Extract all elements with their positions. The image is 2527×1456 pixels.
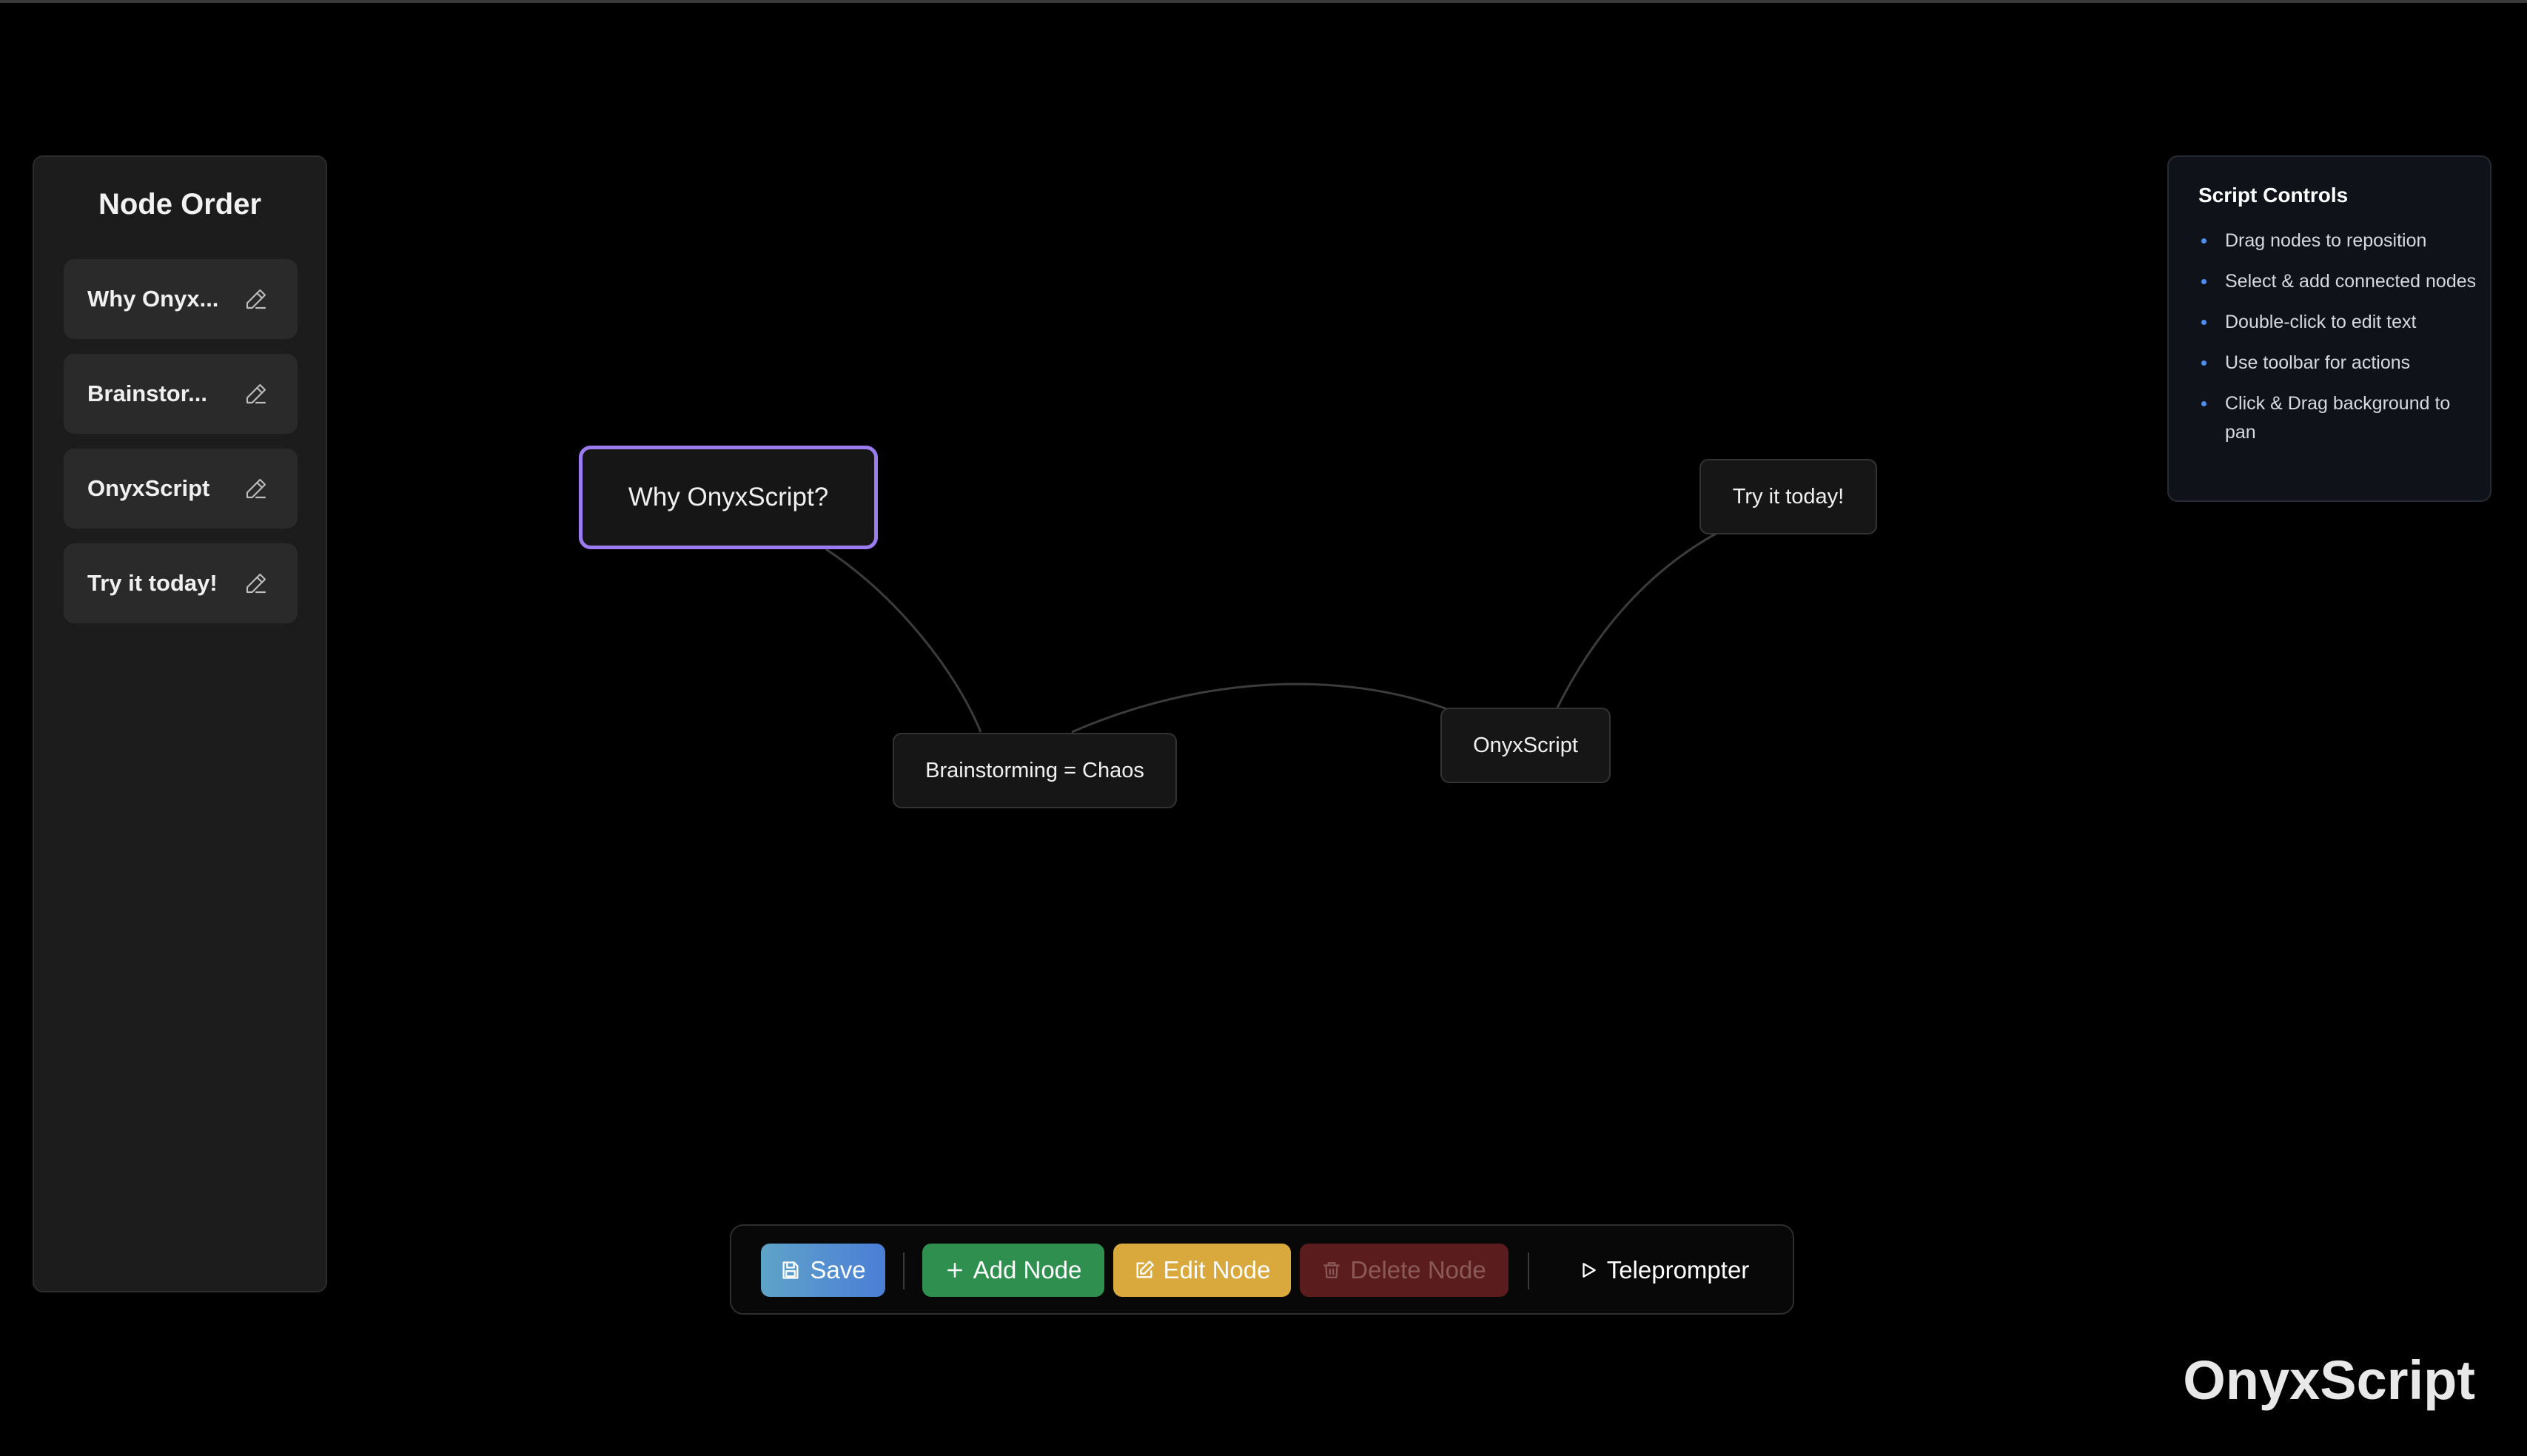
controls-item-text: Select & add connected nodes — [2225, 271, 2477, 292]
order-item-label: OnyxScript — [87, 475, 210, 501]
teleprompter-button[interactable]: Teleprompter — [1560, 1244, 1768, 1297]
controls-title: Script Controls — [2198, 184, 2349, 207]
app-root: Why OnyxScript? Brainstorming = Chaos On… — [0, 0, 2527, 1456]
pencil-icon[interactable] — [244, 287, 268, 311]
pencil-icon[interactable] — [244, 382, 268, 406]
bullet-icon — [2201, 401, 2206, 406]
node-onyxscript[interactable]: OnyxScript — [1440, 708, 1611, 783]
order-item-label: Try it today! — [87, 570, 218, 596]
plus-icon — [947, 1263, 962, 1278]
action-toolbar: Save Add Node Edit Node Delete Node Tele… — [730, 1224, 1794, 1315]
bullet-icon — [2201, 238, 2206, 244]
edit-node-button-label: Edit Node — [1163, 1256, 1271, 1284]
bullet-icon — [2201, 279, 2206, 284]
order-item-brainstorming[interactable]: Brainstor... — [64, 354, 298, 434]
order-item-label: Brainstor... — [87, 380, 207, 406]
delete-node-button[interactable]: Delete Node — [1300, 1244, 1509, 1297]
order-item-why-onyxscript[interactable]: Why Onyx... — [64, 259, 298, 339]
controls-item: Use toolbar for actions — [2198, 349, 2480, 378]
order-item-onyxscript[interactable]: OnyxScript — [64, 449, 298, 529]
trash-icon — [1323, 1262, 1340, 1278]
toolbar-divider — [1528, 1252, 1529, 1289]
bullet-icon — [2201, 320, 2206, 325]
controls-item: Drag nodes to reposition — [2198, 227, 2480, 255]
node-order-list: Why Onyx... Brainstor... OnyxScript Try … — [64, 259, 299, 638]
script-controls-panel: Script Controls Drag nodes to reposition… — [2167, 155, 2491, 502]
controls-item-text: Use toolbar for actions — [2225, 352, 2411, 373]
node-why-onyxscript[interactable]: Why OnyxScript? — [579, 446, 878, 549]
teleprompter-button-label: Teleprompter — [1606, 1256, 1750, 1284]
node-order-sidebar: Node Order Why Onyx... Brainstor... Onyx… — [33, 155, 327, 1292]
controls-list: Drag nodes to reposition Select & add co… — [2198, 227, 2480, 459]
controls-item-text: Double-click to edit text — [2225, 312, 2417, 332]
edit-node-button[interactable]: Edit Node — [1113, 1244, 1291, 1297]
edge-why-brainstorm — [825, 548, 982, 733]
controls-item: Select & add connected nodes — [2198, 267, 2480, 296]
toolbar-divider — [903, 1252, 905, 1289]
brand-logo-text: OnyxScript — [2183, 1349, 2475, 1411]
edge-brainstorm-onyx — [1071, 682, 1450, 734]
node-try-it-today[interactable]: Try it today! — [1699, 459, 1877, 534]
bullet-icon — [2201, 360, 2206, 366]
order-item-try-it-today[interactable]: Try it today! — [64, 543, 298, 623]
pencil-icon[interactable] — [244, 571, 268, 595]
floppy-disk-icon — [782, 1261, 799, 1279]
controls-item-text: Click & Drag background to pan — [2225, 393, 2451, 443]
controls-item: Double-click to edit text — [2198, 308, 2480, 337]
add-node-button[interactable]: Add Node — [922, 1244, 1104, 1297]
node-brainstorming[interactable]: Brainstorming = Chaos — [893, 733, 1177, 808]
controls-item-text: Drag nodes to reposition — [2225, 230, 2427, 251]
save-button[interactable]: Save — [761, 1244, 885, 1297]
add-node-button-label: Add Node — [973, 1256, 1082, 1284]
play-icon — [1583, 1263, 1596, 1278]
edit-square-icon — [1136, 1261, 1154, 1278]
save-button-label: Save — [810, 1256, 866, 1284]
sidebar-title: Node Order — [98, 188, 262, 221]
pencil-icon[interactable] — [244, 477, 268, 500]
edge-onyx-try — [1556, 531, 1719, 708]
order-item-label: Why Onyx... — [87, 286, 219, 312]
controls-item: Click & Drag background to pan — [2198, 389, 2480, 447]
delete-node-button-label: Delete Node — [1350, 1256, 1486, 1284]
